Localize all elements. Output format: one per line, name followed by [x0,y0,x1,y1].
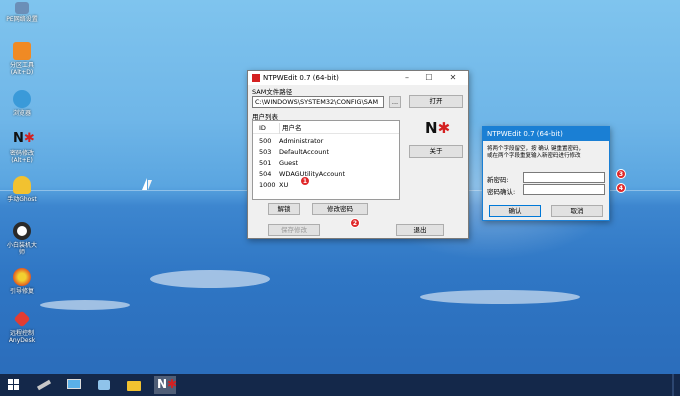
step-marker-1: 1 [300,176,310,186]
boot-repair-icon [13,268,31,286]
password-tool-icon: N✱ [13,131,35,146]
desktop-icon-installer[interactable]: 小白装机大 师 [2,222,42,256]
step-marker-2: 2 [350,218,360,228]
unlock-button[interactable]: 解锁 [268,203,300,215]
column-id: ID [259,124,266,132]
taskbar-network-icon[interactable] [96,377,112,393]
cancel-button[interactable]: 取消 [551,205,603,217]
desktop-icon-ghost[interactable]: 手动Ghost [2,176,42,203]
browser-icon [13,90,31,108]
list-header: ID 用户名 [253,123,399,134]
ntpwedit-window: NTPWEdit 0.7 (64-bit) – ☐ ✕ SAM文件路径 C:\W… [247,70,469,239]
maximize-button[interactable]: ☐ [420,71,438,85]
change-password-button[interactable]: 修改密码 [312,203,368,215]
table-row[interactable]: 503 DefaultAccount [253,147,399,158]
desktop-icon-label: 浏览器 [12,110,31,117]
taskbar-ntpwedit-icon[interactable]: N✱ [154,376,177,394]
cloud [150,270,270,288]
exit-button[interactable]: 退出 [396,224,444,236]
show-desktop-button[interactable] [672,374,674,396]
user-name: DefaultAccount [279,148,329,156]
new-password-field[interactable] [523,172,605,183]
open-button[interactable]: 打开 [409,95,463,108]
user-id: 1000 [259,181,276,189]
new-password-label: 新密码: [487,176,509,184]
desktop-icon-label: 分区工具 (Alt+D) [9,62,34,76]
taskbar-computer-icon[interactable] [66,377,82,393]
taskbar-explorer-icon[interactable] [126,377,142,393]
close-button[interactable]: ✕ [444,71,462,85]
sam-path-input[interactable]: C:\WINDOWS\SYSTEM32\CONFIG\SAM [252,96,384,108]
confirm-password-field[interactable] [523,184,605,195]
app-icon [252,74,260,82]
desktop-icon-label: 远程控制 AnyDesk [8,330,36,344]
taskbar-tool-icon[interactable] [36,377,52,393]
step-marker-4: 4 [616,183,626,193]
desktop-icon-label: 引导修复 [9,288,34,295]
user-name: Guest [279,159,299,167]
user-name: Administrator [279,137,324,145]
ntpwedit-logo-icon: N✱ [425,119,451,137]
table-row[interactable]: 500 Administrator [253,136,399,147]
desktop-icon-label: 密码修改 (Alt+E) [9,150,34,164]
desktop-icon-anydesk[interactable]: 远程控制 AnyDesk [2,310,42,344]
about-button[interactable]: 关于 [409,145,463,158]
anydesk-icon [13,310,31,328]
user-id: 500 [259,137,272,145]
dialog-title: NTPWEdit 0.7 (64-bit) [487,130,563,138]
desktop-icon-boot-repair[interactable]: 引导修复 [2,268,42,295]
minimize-button[interactable]: – [398,71,416,85]
desktop-icon-label: PE网络设置 [6,16,38,23]
desktop-icon-browser[interactable]: 浏览器 [2,90,42,117]
table-row-selected[interactable]: 1000 XU [253,180,399,191]
sailboat-icon [142,178,147,190]
step-marker-3: 3 [616,169,626,179]
confirm-password-label: 密码确认: [487,188,516,196]
browse-button[interactable]: ... [389,96,401,108]
user-name: WDAGUtilityAccount [279,170,346,178]
user-id: 501 [259,159,272,167]
desktop-icon-partition[interactable]: 分区工具 (Alt+D) [2,42,42,76]
column-username: 用户名 [279,123,302,134]
user-name: XU [279,181,289,189]
cloud [40,300,130,310]
cloud [420,290,580,304]
window-title: NTPWEdit 0.7 (64-bit) [263,74,339,82]
ghost-icon [13,176,31,194]
change-password-dialog: NTPWEdit 0.7 (64-bit) 将两个字段留空，按 确认 键重置密码… [482,126,610,221]
network-settings-icon [15,2,29,14]
ok-button[interactable]: 确认 [489,205,541,217]
dialog-instruction: 将两个字段留空，按 确认 键重置密码， 或在两个字段重复输入新密码进行修改 [487,146,584,159]
table-row[interactable]: 501 Guest [253,158,399,169]
user-id: 503 [259,148,272,156]
partition-tool-icon [13,42,31,60]
sam-path-label: SAM文件路径 [252,88,293,96]
user-id: 504 [259,170,272,178]
desktop-icon-label: 小白装机大 师 [6,242,37,256]
sailboat-sail-icon [148,180,152,190]
desktop-icon-network[interactable]: PE网络设置 [2,2,42,23]
installer-icon [13,222,31,240]
taskbar: N✱ [0,374,680,396]
windows-logo-icon [8,379,13,384]
table-row[interactable]: 504 WDAGUtilityAccount [253,169,399,180]
desktop-icon-password[interactable]: N✱ 密码修改 (Alt+E) [2,130,42,164]
start-button[interactable] [6,377,22,393]
desktop-icon-label: 手动Ghost [7,196,37,203]
user-list[interactable]: ID 用户名 500 Administrator 503 DefaultAcco… [252,120,400,200]
save-changes-button[interactable]: 保存修改 [268,224,320,236]
dialog-titlebar[interactable]: NTPWEdit 0.7 (64-bit) [483,127,609,141]
